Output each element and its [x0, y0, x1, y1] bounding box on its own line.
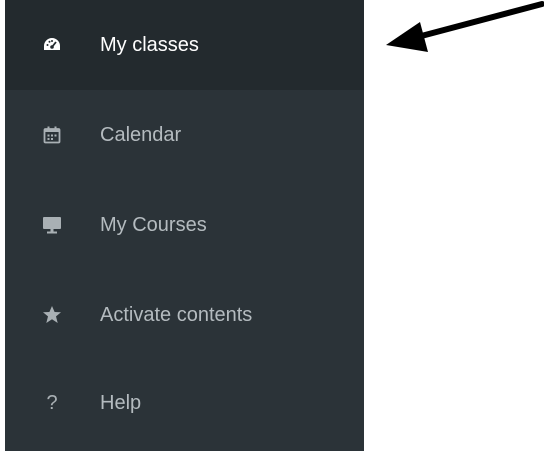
sidebar-item-label: Calendar — [100, 124, 182, 146]
sidebar-item-my-courses[interactable]: My Courses — [5, 180, 364, 270]
sidebar-nav: My classes Calendar My Courses Activate … — [5, 0, 364, 451]
sidebar-item-label: Help — [100, 392, 142, 414]
arrow-pointer-icon — [386, 1, 544, 52]
page: My classes Calendar My Courses Activate … — [0, 0, 546, 451]
question-icon: ? — [46, 392, 58, 414]
sidebar-item-my-classes[interactable]: My classes — [5, 0, 364, 90]
dashboard-icon — [41, 34, 63, 56]
sidebar-item-activate-contents[interactable]: Activate contents — [5, 270, 364, 360]
monitor-icon — [41, 214, 63, 236]
calendar-icon — [41, 124, 63, 146]
star-icon — [41, 304, 63, 326]
sidebar-item-label: My classes — [100, 34, 199, 56]
sidebar-item-calendar[interactable]: Calendar — [5, 90, 364, 180]
sidebar-item-label: My Courses — [100, 214, 207, 236]
sidebar-item-label: Activate contents — [100, 304, 253, 326]
sidebar-item-help[interactable]: ? Help — [5, 358, 364, 448]
